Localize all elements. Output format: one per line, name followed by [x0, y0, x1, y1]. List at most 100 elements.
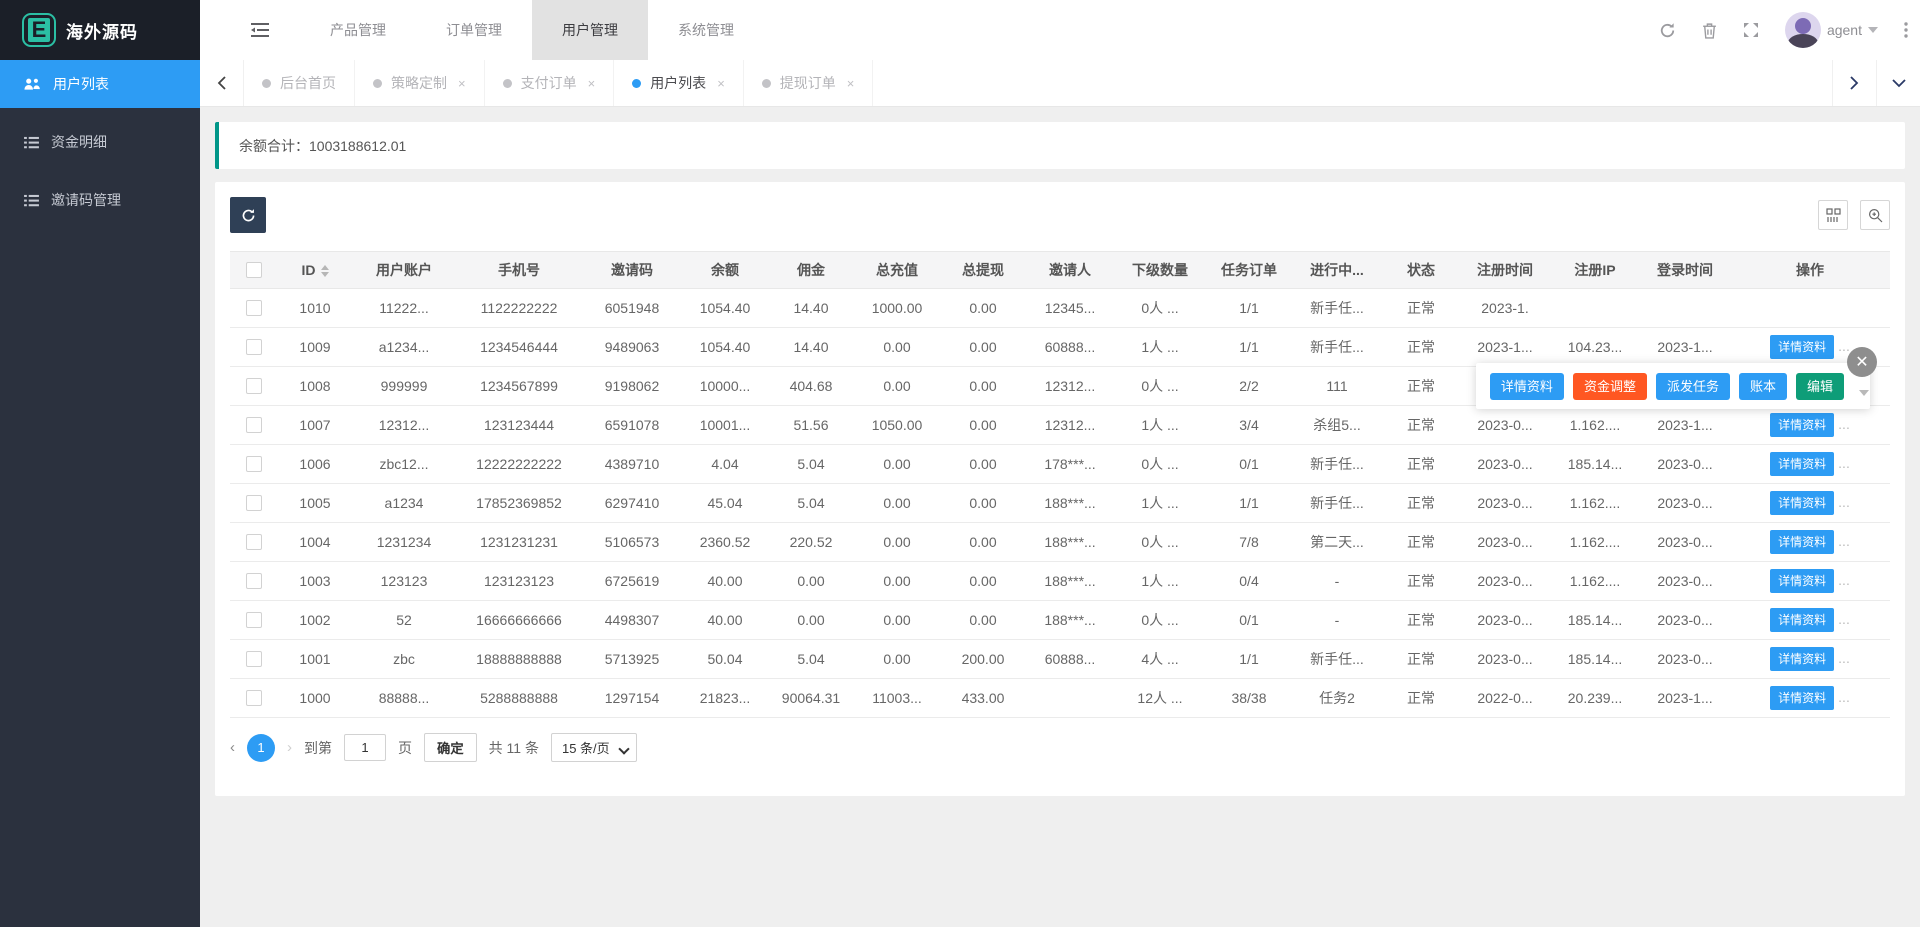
- more-actions[interactable]: ...: [1838, 338, 1850, 354]
- detail-button[interactable]: 详情资料: [1770, 569, 1834, 593]
- sidebar-item-用户列表[interactable]: 用户列表: [0, 60, 200, 108]
- tabs-scroll-left-icon[interactable]: [200, 60, 244, 106]
- actions-cell: 详情资料...: [1730, 569, 1890, 593]
- table-cell: 0人 ...: [1114, 610, 1206, 630]
- detail-button[interactable]: 详情资料: [1770, 452, 1834, 476]
- table-cell: 杀组5...: [1292, 415, 1382, 435]
- more-menu-icon[interactable]: [1904, 22, 1908, 38]
- detail-button[interactable]: 详情资料: [1770, 335, 1834, 359]
- tab-close-icon[interactable]: ×: [588, 76, 596, 91]
- page-size-select[interactable]: 15 条/页: [551, 733, 637, 762]
- avatar[interactable]: [1785, 12, 1821, 48]
- table-cell: 38/38: [1206, 690, 1292, 706]
- table-refresh-button[interactable]: [230, 197, 266, 233]
- edit-button[interactable]: 编辑: [1796, 373, 1844, 400]
- more-actions[interactable]: ...: [1838, 689, 1850, 705]
- detail-button[interactable]: 详情资料: [1490, 373, 1564, 400]
- tabs-scroll-right-icon[interactable]: [1832, 60, 1876, 106]
- topnav-item-系统管理[interactable]: 系统管理: [648, 0, 764, 60]
- tab-策略定制[interactable]: 策略定制×: [355, 60, 485, 106]
- tab-提现订单[interactable]: 提现订单×: [744, 60, 874, 106]
- user-menu[interactable]: agent: [1785, 12, 1878, 48]
- more-actions[interactable]: ...: [1838, 611, 1850, 627]
- detail-button[interactable]: 详情资料: [1770, 647, 1834, 671]
- more-actions[interactable]: ...: [1838, 533, 1850, 549]
- detail-button[interactable]: 详情资料: [1770, 491, 1834, 515]
- row-checkbox[interactable]: [246, 612, 262, 628]
- popup-caret-icon[interactable]: [1859, 390, 1869, 396]
- more-actions[interactable]: ...: [1838, 455, 1850, 471]
- table-cell: 5288888888: [456, 690, 582, 706]
- prev-page-icon[interactable]: ‹: [230, 739, 235, 756]
- sort-icon[interactable]: [321, 265, 329, 277]
- list-icon: [24, 194, 39, 207]
- row-checkbox[interactable]: [246, 534, 262, 550]
- popup-close-icon[interactable]: ✕: [1847, 347, 1877, 377]
- table-cell: 0.00: [854, 573, 940, 589]
- more-actions[interactable]: ...: [1838, 572, 1850, 588]
- checkbox-cell: [230, 300, 278, 316]
- sidebar: 用户列表资金明细邀请码管理: [0, 60, 200, 927]
- sidebar-collapse-icon[interactable]: [240, 0, 280, 60]
- dispatch-task-button[interactable]: 派发任务: [1656, 373, 1730, 400]
- row-checkbox[interactable]: [246, 300, 262, 316]
- row-checkbox[interactable]: [246, 339, 262, 355]
- user-table-card: ID用户账户手机号邀请码余额佣金总充值总提现邀请人下级数量任务订单进行中...状…: [215, 182, 1905, 796]
- next-page-icon[interactable]: ›: [287, 739, 292, 756]
- table-cell: 0/1: [1206, 456, 1292, 472]
- tab-用户列表[interactable]: 用户列表×: [614, 60, 744, 106]
- column-settings-icon[interactable]: [1818, 200, 1848, 230]
- sidebar-item-邀请码管理[interactable]: 邀请码管理: [0, 176, 200, 224]
- select-all-checkbox[interactable]: [246, 262, 262, 278]
- header-checkbox-cell: [230, 262, 278, 278]
- detail-button[interactable]: 详情资料: [1770, 413, 1834, 437]
- tab-close-icon[interactable]: ×: [458, 76, 466, 91]
- topnav-item-订单管理[interactable]: 订单管理: [416, 0, 532, 60]
- topnav-item-产品管理[interactable]: 产品管理: [300, 0, 416, 60]
- search-icon[interactable]: [1860, 200, 1890, 230]
- tabs-menu-icon[interactable]: [1876, 60, 1920, 106]
- table-cell: 3/4: [1206, 417, 1292, 433]
- row-checkbox[interactable]: [246, 417, 262, 433]
- row-checkbox[interactable]: [246, 573, 262, 589]
- detail-button[interactable]: 详情资料: [1770, 608, 1834, 632]
- detail-button[interactable]: 详情资料: [1770, 530, 1834, 554]
- table-cell: 2023-0...: [1460, 651, 1550, 667]
- fund-adjust-button[interactable]: 资金调整: [1573, 373, 1647, 400]
- row-checkbox[interactable]: [246, 495, 262, 511]
- table-cell: 1000.00: [854, 300, 940, 316]
- sidebar-item-资金明细[interactable]: 资金明细: [0, 118, 200, 166]
- goto-confirm-button[interactable]: 确定: [424, 733, 477, 762]
- more-actions[interactable]: ...: [1838, 494, 1850, 510]
- table-cell: 1010: [278, 300, 352, 316]
- goto-page-input[interactable]: [344, 734, 386, 761]
- table-cell: 5106573: [582, 534, 682, 550]
- detail-button[interactable]: 详情资料: [1770, 686, 1834, 710]
- tab-支付订单[interactable]: 支付订单×: [485, 60, 615, 106]
- more-actions[interactable]: ...: [1838, 416, 1850, 432]
- header-余额: 余额: [682, 260, 768, 280]
- trash-icon[interactable]: [1702, 22, 1717, 39]
- header-邀请人: 邀请人: [1026, 260, 1114, 280]
- table-cell: 正常: [1382, 337, 1460, 357]
- current-page[interactable]: 1: [247, 734, 275, 762]
- row-checkbox[interactable]: [246, 378, 262, 394]
- ledger-button[interactable]: 账本: [1739, 373, 1787, 400]
- table-cell: 2023-0...: [1640, 651, 1730, 667]
- table-cell: 正常: [1382, 415, 1460, 435]
- more-actions[interactable]: ...: [1838, 650, 1850, 666]
- fullscreen-icon[interactable]: [1743, 22, 1759, 38]
- tab-后台首页[interactable]: 后台首页: [244, 60, 355, 106]
- tab-close-icon[interactable]: ×: [717, 76, 725, 91]
- table-cell: 5713925: [582, 651, 682, 667]
- refresh-icon[interactable]: [1659, 22, 1676, 39]
- table-cell: 新手任...: [1292, 298, 1382, 318]
- table-cell: 12312...: [1026, 378, 1114, 394]
- row-checkbox[interactable]: [246, 456, 262, 472]
- topnav-item-用户管理[interactable]: 用户管理: [532, 0, 648, 60]
- row-checkbox[interactable]: [246, 690, 262, 706]
- table-cell: a1234: [352, 495, 456, 511]
- tab-close-icon[interactable]: ×: [847, 76, 855, 91]
- table-cell: 7/8: [1206, 534, 1292, 550]
- row-checkbox[interactable]: [246, 651, 262, 667]
